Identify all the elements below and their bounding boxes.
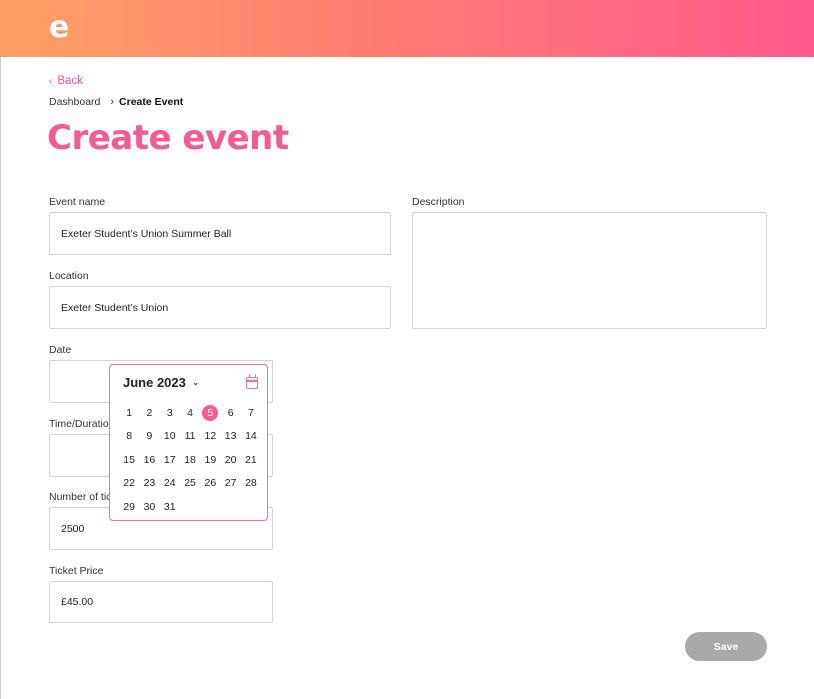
- calendar-day[interactable]: 20: [220, 448, 240, 472]
- back-label: Back: [57, 75, 83, 87]
- calendar-day-label: 9: [146, 430, 153, 443]
- calendar-day[interactable]: 19: [200, 448, 220, 472]
- app-logo[interactable]: e: [49, 11, 69, 45]
- tickets-value: 2500: [61, 522, 85, 535]
- calendar-day-label: 22: [123, 477, 135, 490]
- calendar-day[interactable]: 28: [241, 472, 261, 496]
- calendar-day-label: 24: [163, 477, 176, 490]
- calendar-day-label: 12: [204, 430, 217, 443]
- location-field[interactable]: Exeter Student’s Union: [49, 286, 391, 329]
- calendar-day-label: 2: [146, 406, 153, 419]
- calendar-day-label: 20: [224, 453, 237, 466]
- month-selector[interactable]: June 2023 ⌄: [123, 375, 199, 390]
- calendar-day[interactable]: 29: [119, 495, 139, 519]
- calendar-day[interactable]: 12: [200, 425, 220, 449]
- page-title: Create event: [47, 118, 289, 158]
- calendar-day[interactable]: 5: [200, 401, 220, 425]
- window-edge: [0, 0, 1, 699]
- calendar-day[interactable]: 22: [119, 472, 139, 496]
- calendar-day[interactable]: 8: [119, 425, 139, 449]
- calendar-day[interactable]: 24: [160, 472, 180, 496]
- calendar-day-label: 8: [126, 430, 133, 443]
- calendar-day[interactable]: 3: [160, 401, 180, 425]
- description-field[interactable]: [412, 212, 767, 329]
- calendar-day-label: 17: [163, 453, 176, 466]
- breadcrumb-separator-icon: ›: [110, 96, 115, 108]
- ticket-price-label: Ticket Price: [49, 565, 104, 577]
- calendar-day-label: 19: [204, 453, 217, 466]
- calendar-day-label: 18: [184, 453, 196, 466]
- chevron-left-icon: ‹: [49, 75, 53, 87]
- date-picker: June 2023 ⌄ 1 2 3 4 5 6 7 8 9 10 11 12 13 14 15 16 17 18 1…: [109, 364, 268, 521]
- calendar-day[interactable]: 11: [180, 425, 200, 449]
- calendar-day[interactable]: 23: [139, 472, 159, 496]
- calendar-day-label: 29: [123, 500, 135, 513]
- location-label: Location: [49, 270, 89, 282]
- calendar-day-label: 31: [163, 500, 176, 513]
- calendar-day[interactable]: 27: [220, 472, 240, 496]
- calendar-day-label: 5: [202, 404, 219, 421]
- date-label: Date: [49, 344, 72, 356]
- calendar-day-label: 16: [143, 453, 156, 466]
- calendar-day[interactable]: 18: [180, 448, 200, 472]
- ticket-price-field[interactable]: £45.00: [49, 581, 273, 623]
- calendar-day-label: 15: [123, 453, 135, 466]
- calendar-day-label: 25: [184, 477, 196, 490]
- calendar-day-label: 21: [245, 453, 257, 466]
- calendar-day-label: 28: [245, 477, 257, 490]
- calendar-day-label: 14: [245, 430, 257, 443]
- breadcrumb: Dashboard › Create Event: [49, 96, 183, 108]
- calendar-day-label: 30: [143, 500, 156, 513]
- description-label: Description: [412, 196, 465, 208]
- calendar-day[interactable]: 21: [241, 448, 261, 472]
- calendar-day-label: 3: [166, 406, 173, 419]
- calendar-day[interactable]: 30: [139, 495, 159, 519]
- calendar-day[interactable]: 16: [139, 448, 159, 472]
- save-button[interactable]: Save: [685, 632, 767, 661]
- ticket-price-value: £45.00: [61, 596, 94, 608]
- calendar-icon[interactable]: [246, 374, 258, 389]
- calendar-day-label: 11: [184, 430, 196, 443]
- breadcrumb-current: Create Event: [119, 96, 184, 108]
- calendar-day[interactable]: 7: [241, 401, 261, 425]
- calendar-days: 1 2 3 4 5 6 7 8 9 10 11 12 13 14 15 16 17 18 19 20 21 22 23 24 2…: [119, 401, 261, 519]
- breadcrumb-dashboard[interactable]: Dashboard: [49, 96, 100, 108]
- calendar-day[interactable]: 9: [139, 425, 159, 449]
- calendar-day-label: 23: [143, 477, 156, 490]
- calendar-day-label: 27: [224, 477, 237, 490]
- calendar-day[interactable]: 31: [160, 495, 180, 519]
- event-name-field[interactable]: Exeter Student’s Union Summer Ball: [49, 212, 391, 255]
- calendar-day[interactable]: 10: [160, 425, 180, 449]
- calendar-day[interactable]: 1: [119, 401, 139, 425]
- calendar-day-label: 7: [248, 406, 254, 419]
- calendar-day-label: 10: [163, 430, 176, 443]
- event-name-value: Exeter Student’s Union Summer Ball: [61, 227, 232, 240]
- calendar-day[interactable]: 2: [139, 401, 159, 425]
- calendar-day-label: 26: [204, 477, 217, 490]
- calendar-day[interactable]: 4: [180, 401, 200, 425]
- location-value: Exeter Student’s Union: [61, 301, 169, 314]
- calendar-day-label: 1: [126, 406, 133, 419]
- back-link[interactable]: ‹ Back: [49, 75, 83, 87]
- calendar-day-label: 13: [224, 430, 237, 443]
- chevron-down-icon: ⌄: [191, 377, 200, 387]
- calendar-day-label: 4: [187, 406, 193, 419]
- calendar-day[interactable]: 14: [241, 425, 261, 449]
- calendar-day-label: 6: [227, 406, 234, 419]
- event-name-label: Event name: [49, 196, 106, 208]
- calendar-day[interactable]: 15: [119, 448, 139, 472]
- calendar-day[interactable]: 6: [220, 401, 240, 425]
- calendar-day[interactable]: 26: [200, 472, 220, 496]
- time-duration-label: Time/Duration: [49, 418, 115, 430]
- month-label: June 2023: [123, 375, 186, 390]
- calendar-day[interactable]: 17: [160, 448, 180, 472]
- app-header: e: [0, 0, 814, 57]
- calendar-day[interactable]: 25: [180, 472, 200, 496]
- calendar-day[interactable]: 13: [220, 425, 240, 449]
